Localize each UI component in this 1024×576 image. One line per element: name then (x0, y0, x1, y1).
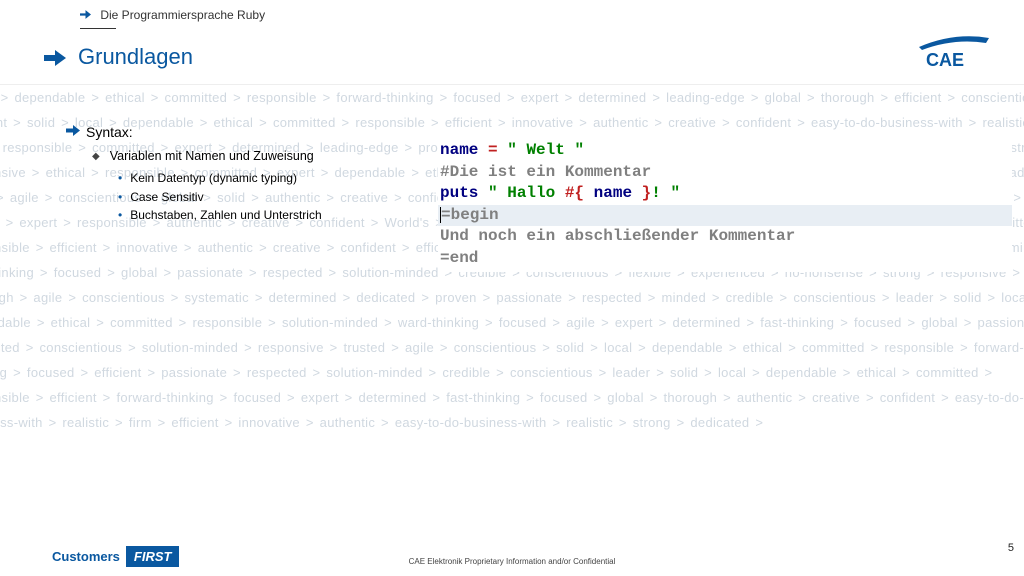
breadcrumb-underline (80, 28, 116, 29)
badge-left: Customers (46, 546, 126, 567)
breadcrumb: Die Programmiersprache Ruby (80, 8, 265, 22)
diamond-bullet-icon: ◆ (92, 151, 100, 162)
bullet-text: Case Sensitiv (130, 190, 203, 204)
svg-text:CAE: CAE (926, 50, 964, 70)
customers-first-badge: Customers FIRST (46, 544, 179, 568)
header: Die Programmiersprache Ruby Grundlagen C… (0, 0, 1024, 85)
bullet-text: Buchstaben, Zahlen und Unterstrich (130, 208, 321, 222)
arrow-bullet-icon (66, 123, 80, 141)
bullet-text: Kein Datentyp (dynamic typing) (130, 171, 297, 185)
title-arrow-icon (44, 50, 66, 71)
chevron-right-icon (80, 8, 94, 22)
page-title: Grundlagen (78, 44, 193, 70)
code-block: name = " Welt " #Die ist ein Kommentar p… (438, 138, 1012, 272)
cae-logo: CAE (914, 30, 994, 70)
sub-heading: Variablen mit Namen und Zuweisung (110, 149, 314, 163)
badge-right: FIRST (126, 546, 180, 567)
confidential-text: CAE Elektronik Proprietary Information a… (409, 557, 616, 566)
section-heading: Syntax: (86, 124, 133, 140)
page-number: 5 (1008, 542, 1014, 554)
breadcrumb-text: Die Programmiersprache Ruby (100, 8, 265, 22)
